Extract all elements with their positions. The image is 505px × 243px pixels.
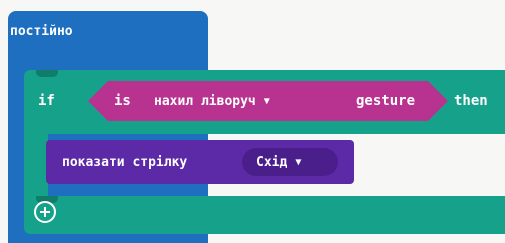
gesture-dropdown[interactable]: нахил ліворуч ▼ [146, 86, 338, 116]
triangle-down-icon: ▼ [263, 95, 270, 107]
forever-label: постійно [10, 24, 73, 39]
direction-dropdown[interactable]: Схід ▼ [242, 148, 338, 176]
then-label: then [454, 93, 488, 109]
direction-dropdown-value: Схід [256, 154, 288, 170]
if-block-footer [24, 196, 505, 234]
gesture-dropdown-value: нахил ліворуч [154, 93, 256, 109]
if-block-side [24, 130, 48, 200]
is-label: is [114, 93, 131, 109]
show-arrow-label: показати стрілку [62, 155, 188, 170]
gesture-label: gesture [356, 93, 416, 109]
if-notch [36, 70, 58, 77]
triangle-down-icon: ▼ [295, 156, 302, 168]
if-label: if [38, 93, 55, 109]
plus-circle-icon[interactable] [34, 201, 56, 223]
